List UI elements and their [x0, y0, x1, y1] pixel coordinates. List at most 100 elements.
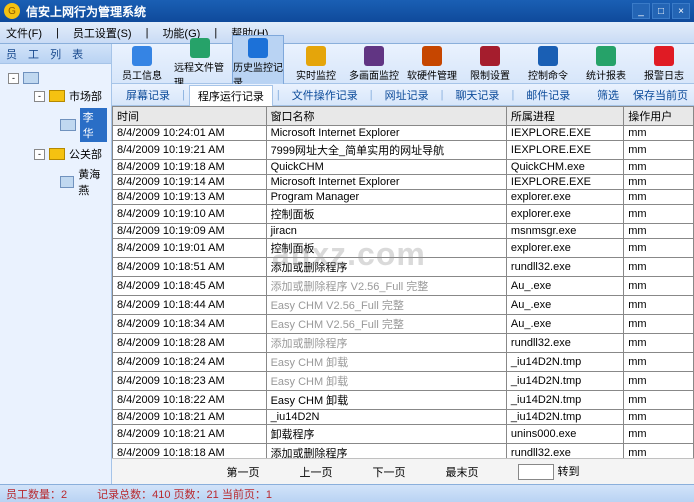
table-cell: 添加或删除程序 [266, 444, 506, 459]
column-header[interactable]: 操作用户 [624, 107, 694, 126]
tree-toggle-icon[interactable]: - [8, 73, 19, 84]
pager-next[interactable]: 下一页 [372, 464, 405, 480]
table-cell: mm [624, 175, 694, 190]
table-row[interactable]: 8/4/2009 10:18:28 AM添加或删除程序rundll32.exem… [113, 334, 694, 353]
table-cell: 控制面板 [266, 239, 506, 258]
table-row[interactable]: 8/4/2009 10:18:51 AM添加或删除程序rundll32.exem… [113, 258, 694, 277]
table-row[interactable]: 8/4/2009 10:18:22 AMEasy CHM 卸载_iu14D2N.… [113, 391, 694, 410]
toolbar-icon [480, 46, 500, 66]
pager-page-input[interactable] [518, 464, 554, 480]
status-employee-count: 员工数量：2 [6, 486, 67, 502]
filter-link[interactable]: 筛选 [597, 87, 619, 103]
subtab[interactable]: 程序运行记录 [189, 85, 273, 107]
table-row[interactable]: 8/4/2009 10:18:34 AMEasy CHM V2.56_Full … [113, 315, 694, 334]
tree-node[interactable]: 黄海燕 [60, 164, 107, 200]
table-row[interactable]: 8/4/2009 10:19:21 AM7999网址大全_简单实用的网址导航IE… [113, 141, 694, 160]
table-cell: 8/4/2009 10:24:01 AM [113, 126, 267, 141]
column-header[interactable]: 所属进程 [506, 107, 623, 126]
table-row[interactable]: 8/4/2009 10:18:18 AM添加或删除程序rundll32.exem… [113, 444, 694, 459]
tree-node[interactable]: - 市场部 [34, 86, 107, 106]
pager-first[interactable]: 第一页 [226, 464, 259, 480]
table-cell: _iu14D2N [266, 410, 506, 425]
table-cell: 8/4/2009 10:19:01 AM [113, 239, 267, 258]
table-cell: _iu14D2N.tmp [506, 391, 623, 410]
toolbar-item[interactable]: 统计报表 [580, 44, 632, 84]
computer-icon [60, 119, 76, 131]
table-row[interactable]: 8/4/2009 10:18:21 AM卸载程序unins000.exemm [113, 425, 694, 444]
computer-icon [60, 176, 74, 188]
subtab[interactable]: 网址记录 [377, 85, 437, 105]
table-row[interactable]: 8/4/2009 10:18:44 AMEasy CHM V2.56_Full … [113, 296, 694, 315]
toolbar-icon [190, 38, 210, 58]
column-header[interactable]: 时间 [113, 107, 267, 126]
tree-toggle-icon[interactable]: - [34, 149, 45, 160]
table-cell: 8/4/2009 10:18:21 AM [113, 410, 267, 425]
subtab[interactable]: 邮件记录 [518, 85, 578, 105]
toolbar-label: 员工信息 [122, 67, 162, 82]
table-cell: 8/4/2009 10:18:44 AM [113, 296, 267, 315]
toolbar-icon [596, 46, 616, 66]
table-cell: 8/4/2009 10:19:13 AM [113, 190, 267, 205]
save-page-link[interactable]: 保存当前页 [633, 87, 688, 103]
table-cell: mm [624, 239, 694, 258]
table-row[interactable]: 8/4/2009 10:18:45 AM添加或删除程序 V2.56_Full 完… [113, 277, 694, 296]
toolbar-item[interactable]: 远程文件管理 [174, 36, 226, 91]
toolbar-item[interactable]: 限制设置 [464, 44, 516, 84]
toolbar-item[interactable]: 实时监控 [290, 44, 342, 84]
pager-last[interactable]: 最末页 [445, 464, 478, 480]
folder-icon [49, 148, 65, 160]
toolbar-icon [306, 46, 326, 66]
table-row[interactable]: 8/4/2009 10:19:09 AMjiracnmsnmsgr.exemm [113, 224, 694, 239]
table-row[interactable]: 8/4/2009 10:19:18 AMQuickCHMQuickCHM.exe… [113, 160, 694, 175]
table-cell: 添加或删除程序 [266, 334, 506, 353]
tree-label: 黄海燕 [78, 166, 107, 198]
menu-file[interactable]: 文件(F) [6, 25, 42, 41]
table-cell: QuickCHM.exe [506, 160, 623, 175]
table-cell: mm [624, 315, 694, 334]
table-row[interactable]: 8/4/2009 10:19:10 AM控制面板explorer.exemm [113, 205, 694, 224]
table-row[interactable]: 8/4/2009 10:19:14 AMMicrosoft Internet E… [113, 175, 694, 190]
close-button[interactable]: × [672, 3, 690, 19]
table-row[interactable]: 8/4/2009 10:24:01 AMMicrosoft Internet E… [113, 126, 694, 141]
employee-tree[interactable]: - - 市场部李华-公关部黄海燕 [0, 64, 111, 484]
table-container: anxz.com 时间窗口名称所属进程操作用户 8/4/2009 10:24:0… [112, 106, 694, 458]
table-cell: mm [624, 372, 694, 391]
table-cell: 7999网址大全_简单实用的网址导航 [266, 141, 506, 160]
app-logo: G [4, 3, 20, 19]
table-row[interactable]: 8/4/2009 10:19:01 AM控制面板explorer.exemm [113, 239, 694, 258]
table-row[interactable]: 8/4/2009 10:19:13 AMProgram Managerexplo… [113, 190, 694, 205]
pager-goto[interactable]: 转到 [558, 466, 580, 478]
tree-node[interactable]: -公关部 [34, 144, 107, 164]
maximize-button[interactable]: □ [652, 3, 670, 19]
tree-label: 市场部 [69, 88, 102, 104]
tree-node[interactable]: 李华 [60, 106, 107, 144]
table-cell: Easy CHM V2.56_Full 完整 [266, 296, 506, 315]
subtab[interactable]: 文件操作记录 [284, 85, 366, 105]
table-row[interactable]: 8/4/2009 10:18:23 AMEasy CHM 卸载_iu14D2N.… [113, 372, 694, 391]
tree-toggle-icon[interactable]: - [34, 91, 45, 102]
toolbar-icon [538, 46, 558, 66]
table-cell: 8/4/2009 10:18:22 AM [113, 391, 267, 410]
subtab[interactable]: 屏幕记录 [118, 85, 178, 105]
table-cell: 8/4/2009 10:19:18 AM [113, 160, 267, 175]
pager-prev[interactable]: 上一页 [299, 464, 332, 480]
toolbar-item[interactable]: 多画面监控 [348, 44, 400, 84]
table-row[interactable]: 8/4/2009 10:18:21 AM_iu14D2N_iu14D2N.tmp… [113, 410, 694, 425]
column-header[interactable]: 窗口名称 [266, 107, 506, 126]
table-cell: IEXPLORE.EXE [506, 175, 623, 190]
table-cell: mm [624, 277, 694, 296]
table-cell: mm [624, 190, 694, 205]
subtab[interactable]: 聊天记录 [447, 85, 507, 105]
minimize-button[interactable]: _ [632, 3, 650, 19]
toolbar-item[interactable]: 控制命令 [522, 44, 574, 84]
menu-employee[interactable]: 员工设置(S) [73, 25, 132, 41]
toolbar-item[interactable]: 报警日志 [638, 44, 690, 84]
subtabs: 屏幕记录|程序运行记录|文件操作记录|网址记录|聊天记录|邮件记录筛选保存当前页 [112, 84, 694, 106]
toolbar-item[interactable]: 员工信息 [116, 44, 168, 84]
toolbar-item[interactable]: 软硬件管理 [406, 44, 458, 84]
toolbar-icon [654, 46, 674, 66]
table-cell: IEXPLORE.EXE [506, 141, 623, 160]
table-row[interactable]: 8/4/2009 10:18:24 AMEasy CHM 卸载_iu14D2N.… [113, 353, 694, 372]
table-cell: 添加或删除程序 V2.56_Full 完整 [266, 277, 506, 296]
table-cell: mm [624, 296, 694, 315]
